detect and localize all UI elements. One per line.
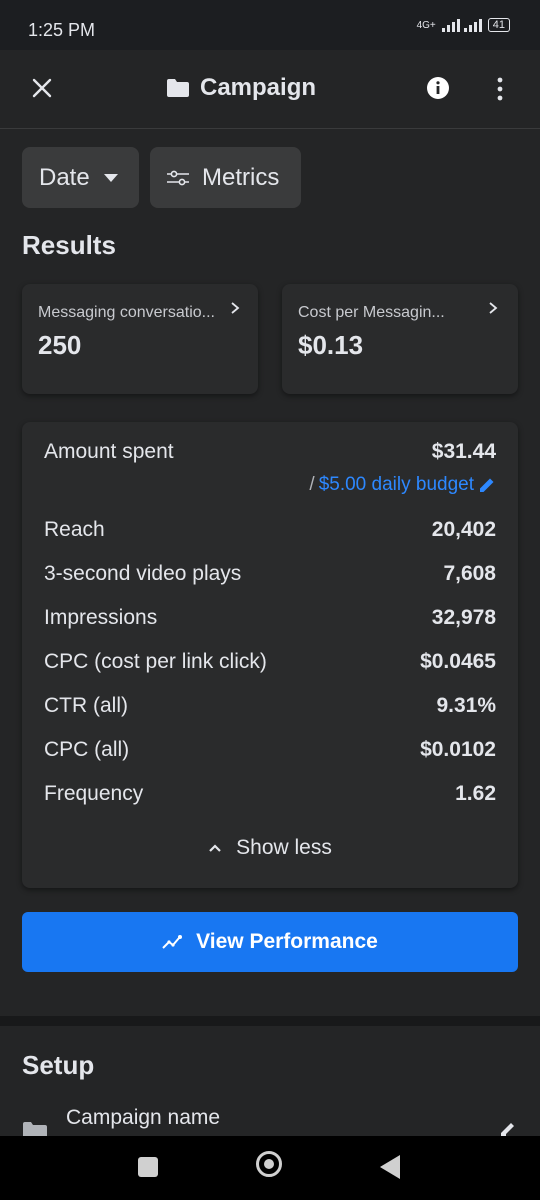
metric-row: CTR (all) 9.31% bbox=[44, 694, 496, 718]
status-time: 1:25 PM bbox=[28, 20, 96, 40]
metric-label: 3-second video plays bbox=[44, 562, 242, 585]
metric-row-amount-spent: Amount spent $31.44 bbox=[44, 440, 496, 464]
show-less-label: Show less bbox=[236, 836, 332, 859]
metric-value: $31.44 bbox=[431, 440, 496, 463]
metric-label: Amount spent bbox=[44, 440, 174, 463]
status-bar: 1:25 PM 4G+ 41 bbox=[0, 0, 540, 50]
system-navigation-bar bbox=[0, 1136, 540, 1200]
result-card-messaging-conversations[interactable]: Messaging conversatio... 250 bbox=[22, 284, 258, 394]
chevron-up-icon bbox=[209, 844, 221, 852]
metric-label: CTR (all) bbox=[44, 694, 128, 717]
budget-prefix: / bbox=[309, 474, 315, 495]
network-type: 4G+ bbox=[416, 19, 436, 31]
result-card-cost-per-messaging[interactable]: Cost per Messagin... $0.13 bbox=[282, 284, 518, 394]
recent-apps-button[interactable] bbox=[138, 1157, 158, 1177]
info-icon[interactable] bbox=[426, 76, 450, 100]
metric-row: Reach 20,402 bbox=[44, 518, 496, 542]
caret-down-icon bbox=[103, 173, 118, 182]
folder-icon bbox=[167, 79, 189, 97]
back-button[interactable] bbox=[380, 1155, 400, 1179]
metric-label: CPC (cost per link click) bbox=[44, 650, 267, 673]
metric-label: Frequency bbox=[44, 782, 144, 805]
metric-row: 3-second video plays 7,608 bbox=[44, 562, 496, 586]
metric-row: Impressions 32,978 bbox=[44, 606, 496, 630]
date-filter-button[interactable]: Date bbox=[22, 147, 139, 208]
results-heading: Results bbox=[22, 230, 116, 260]
date-filter-label: Date bbox=[39, 163, 90, 191]
metric-label: Impressions bbox=[44, 606, 158, 629]
result-card-label: Cost per Messagin... bbox=[298, 304, 445, 321]
edit-pencil-icon[interactable] bbox=[498, 1120, 518, 1136]
result-card-value: 250 bbox=[38, 330, 82, 360]
metric-row: Frequency 1.62 bbox=[44, 782, 496, 806]
metric-label: CPC (all) bbox=[44, 738, 130, 761]
metric-row: CPC (cost per link click) $0.0465 bbox=[44, 650, 496, 674]
trend-chart-icon bbox=[162, 935, 183, 949]
metric-value: 9.31% bbox=[436, 694, 496, 717]
page-title-group: Campaign bbox=[166, 74, 316, 102]
result-card-value: $0.13 bbox=[298, 330, 364, 360]
chevron-right-icon bbox=[231, 302, 240, 314]
metric-value: 1.62 bbox=[455, 782, 496, 805]
status-icons: 4G+ 41 bbox=[417, 18, 510, 32]
metric-row: CPC (all) $0.0102 bbox=[44, 738, 496, 762]
metric-value: $0.0465 bbox=[420, 650, 496, 673]
setup-heading: Setup bbox=[22, 1050, 95, 1080]
daily-budget-link[interactable]: / $5.00 daily budget bbox=[309, 474, 496, 496]
home-button[interactable] bbox=[256, 1151, 282, 1177]
metric-value: 7,608 bbox=[443, 562, 496, 585]
show-less-button[interactable]: Show less bbox=[22, 836, 518, 860]
metrics-panel: Amount spent $31.44 / $5.00 daily budget… bbox=[22, 422, 518, 888]
campaign-name-label: Campaign name bbox=[66, 1106, 221, 1129]
close-icon[interactable] bbox=[26, 72, 58, 104]
campaign-name-row[interactable]: Campaign name bbox=[0, 1100, 540, 1138]
top-bar: Campaign bbox=[0, 50, 540, 129]
metrics-filter-label: Metrics bbox=[202, 163, 280, 191]
metrics-filter-button[interactable]: Metrics bbox=[150, 147, 301, 208]
metric-value: 32,978 bbox=[431, 606, 496, 629]
view-performance-label: View Performance bbox=[196, 930, 378, 953]
daily-budget-text: $5.00 daily budget bbox=[318, 474, 474, 495]
battery-icon: 41 bbox=[487, 18, 510, 32]
signal-icon bbox=[441, 19, 482, 32]
metric-value: $0.0102 bbox=[420, 738, 496, 761]
result-card-label: Messaging conversatio... bbox=[38, 304, 215, 321]
section-divider bbox=[0, 1016, 540, 1026]
view-performance-button[interactable]: View Performance bbox=[22, 912, 518, 972]
more-options-icon[interactable] bbox=[488, 76, 512, 102]
metric-label: Reach bbox=[44, 518, 105, 541]
metric-value: 20,402 bbox=[431, 518, 496, 541]
chevron-right-icon bbox=[489, 302, 498, 314]
sliders-icon bbox=[167, 170, 189, 185]
page-title: Campaign bbox=[200, 74, 317, 101]
pencil-icon bbox=[480, 478, 494, 492]
